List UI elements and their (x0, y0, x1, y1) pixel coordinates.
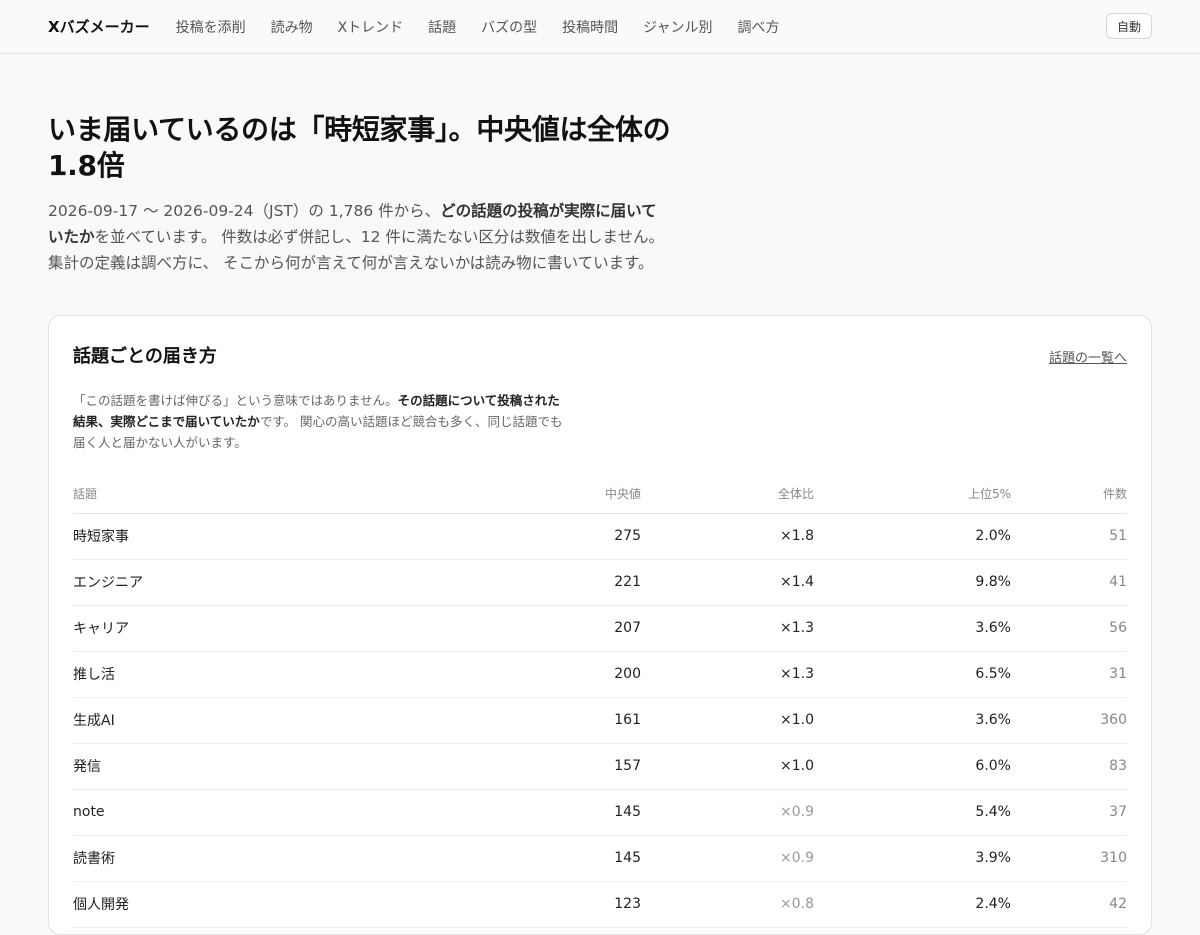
cell-count: 41 (1011, 559, 1127, 606)
col-header-topic[interactable]: 話題 (73, 475, 453, 514)
cell-top5: 2.4% (814, 881, 1011, 928)
cell-top5: 6.5% (814, 651, 1011, 698)
nav-link-by-genre[interactable]: ジャンル別 (643, 17, 712, 37)
cell-ratio: ×1.8 (641, 513, 814, 560)
nav-link-x-trends[interactable]: Xトレンド (338, 17, 404, 37)
cell-top5: 6.0% (814, 743, 1011, 790)
main-nav: 投稿を添削 読み物 Xトレンド 話題 バズの型 投稿時間 ジャンル別 調べ方 (176, 17, 780, 37)
cell-topic: note (73, 789, 453, 836)
cell-median: 200 (453, 651, 641, 698)
cell-top5: 5.4% (814, 789, 1011, 836)
cell-ratio: ×1.4 (641, 559, 814, 606)
card-header: 話題ごとの届き方 話題の一覧へ (73, 342, 1127, 368)
cell-median: 161 (453, 697, 641, 744)
table-row[interactable]: エンジニア 221 ×1.4 9.8% 41 (73, 559, 1127, 606)
cell-ratio: ×1.0 (641, 697, 814, 744)
cell-topic: 生成AI (73, 697, 453, 744)
cell-topic: 時短家事 (73, 513, 453, 560)
cell-ratio: ×0.9 (641, 835, 814, 882)
cell-count: 360 (1011, 697, 1127, 744)
col-header-top5[interactable]: 上位5% (814, 475, 1011, 514)
cell-median: 145 (453, 789, 641, 836)
table-row[interactable]: 読書術 145 ×0.9 3.9% 310 (73, 835, 1127, 882)
brand-logo[interactable]: Xバズメーカー (48, 16, 150, 37)
page-intro: 2026-09-17 〜 2026-09-24（JST）の 1,786 件から、… (48, 198, 672, 276)
card-description: 「この話題を書けば伸びる」という意味ではありません。その話題について投稿された結… (73, 390, 563, 453)
col-header-ratio[interactable]: 全体比 (641, 475, 814, 514)
card-title: 話題ごとの届き方 (73, 346, 217, 367)
intro-text-2: を並べています。 件数は必ず併記し、12 件に満たない区分は数値を出しません。 … (48, 228, 664, 272)
cell-ratio: ×0.9 (641, 789, 814, 836)
table-row[interactable]: キャリア 207 ×1.3 3.6% 56 (73, 605, 1127, 652)
nav-link-topics[interactable]: 話題 (428, 17, 456, 37)
cell-count: 31 (1011, 651, 1127, 698)
cell-count: 310 (1011, 835, 1127, 882)
nav-link-post-time[interactable]: 投稿時間 (562, 17, 618, 37)
cell-topic: キャリア (73, 605, 453, 652)
cell-count: 37 (1011, 789, 1127, 836)
cell-topic: 個人開発 (73, 881, 453, 928)
theme-mode-button[interactable]: 自動 (1105, 13, 1152, 39)
cell-top5: 3.9% (814, 835, 1011, 882)
topic-list-link[interactable]: 話題の一覧へ (1049, 347, 1127, 366)
cell-median: 207 (453, 605, 641, 652)
cell-median: 157 (453, 743, 641, 790)
table-row[interactable]: 推し活 200 ×1.3 6.5% 31 (73, 651, 1127, 698)
col-header-median[interactable]: 中央値 (453, 475, 641, 514)
cell-count: 56 (1011, 605, 1127, 652)
cell-count: 42 (1011, 881, 1127, 928)
cell-topic: 読書術 (73, 835, 453, 882)
nav-link-articles[interactable]: 読み物 (271, 17, 313, 37)
table-row[interactable]: note 145 ×0.9 5.4% 37 (73, 789, 1127, 836)
topic-table: 話題 中央値 全体比 上位5% 件数 時短家事 275 ×1.8 2.0% 51… (73, 475, 1127, 928)
col-header-count[interactable]: 件数 (1011, 475, 1127, 514)
cell-topic: エンジニア (73, 559, 453, 606)
topic-reach-card: 話題ごとの届き方 話題の一覧へ 「この話題を書けば伸びる」という意味ではありませ… (48, 315, 1152, 935)
cell-median: 123 (453, 881, 641, 928)
page-title: いま届いているのは「時短家事」。中央値は全体の1.8倍 (48, 113, 671, 182)
cell-median: 145 (453, 835, 641, 882)
table-row[interactable]: 個人開発 123 ×0.8 2.4% 42 (73, 881, 1127, 928)
table-row[interactable]: 発信 157 ×1.0 6.0% 83 (73, 743, 1127, 790)
cell-ratio: ×0.8 (641, 881, 814, 928)
cell-topic: 推し活 (73, 651, 453, 698)
cell-top5: 3.6% (814, 697, 1011, 744)
table-row[interactable]: 時短家事 275 ×1.8 2.0% 51 (73, 513, 1127, 560)
cell-count: 51 (1011, 513, 1127, 560)
cell-top5: 9.8% (814, 559, 1011, 606)
desc-text-1: 「この話題を書けば伸びる」という意味ではありません。 (73, 393, 398, 408)
cell-top5: 2.0% (814, 513, 1011, 560)
cell-ratio: ×1.3 (641, 651, 814, 698)
top-nav-bar: Xバズメーカー 投稿を添削 読み物 Xトレンド 話題 バズの型 投稿時間 ジャン… (0, 0, 1200, 54)
cell-median: 275 (453, 513, 641, 560)
nav-link-methodology[interactable]: 調べ方 (737, 17, 779, 37)
cell-median: 221 (453, 559, 641, 606)
nav-link-buzz-patterns[interactable]: バズの型 (481, 17, 537, 37)
intro-text-1: 2026-09-17 〜 2026-09-24（JST）の 1,786 件から、 (48, 202, 441, 220)
table-header-row: 話題 中央値 全体比 上位5% 件数 (73, 475, 1127, 514)
cell-ratio: ×1.0 (641, 743, 814, 790)
hero-section: いま届いているのは「時短家事」。中央値は全体の1.8倍 2026-09-17 〜… (0, 54, 720, 276)
cell-top5: 3.6% (814, 605, 1011, 652)
table-row[interactable]: 生成AI 161 ×1.0 3.6% 360 (73, 697, 1127, 744)
nav-link-post-review[interactable]: 投稿を添削 (176, 17, 246, 37)
cell-ratio: ×1.3 (641, 605, 814, 652)
cell-topic: 発信 (73, 743, 453, 790)
cell-count: 83 (1011, 743, 1127, 790)
